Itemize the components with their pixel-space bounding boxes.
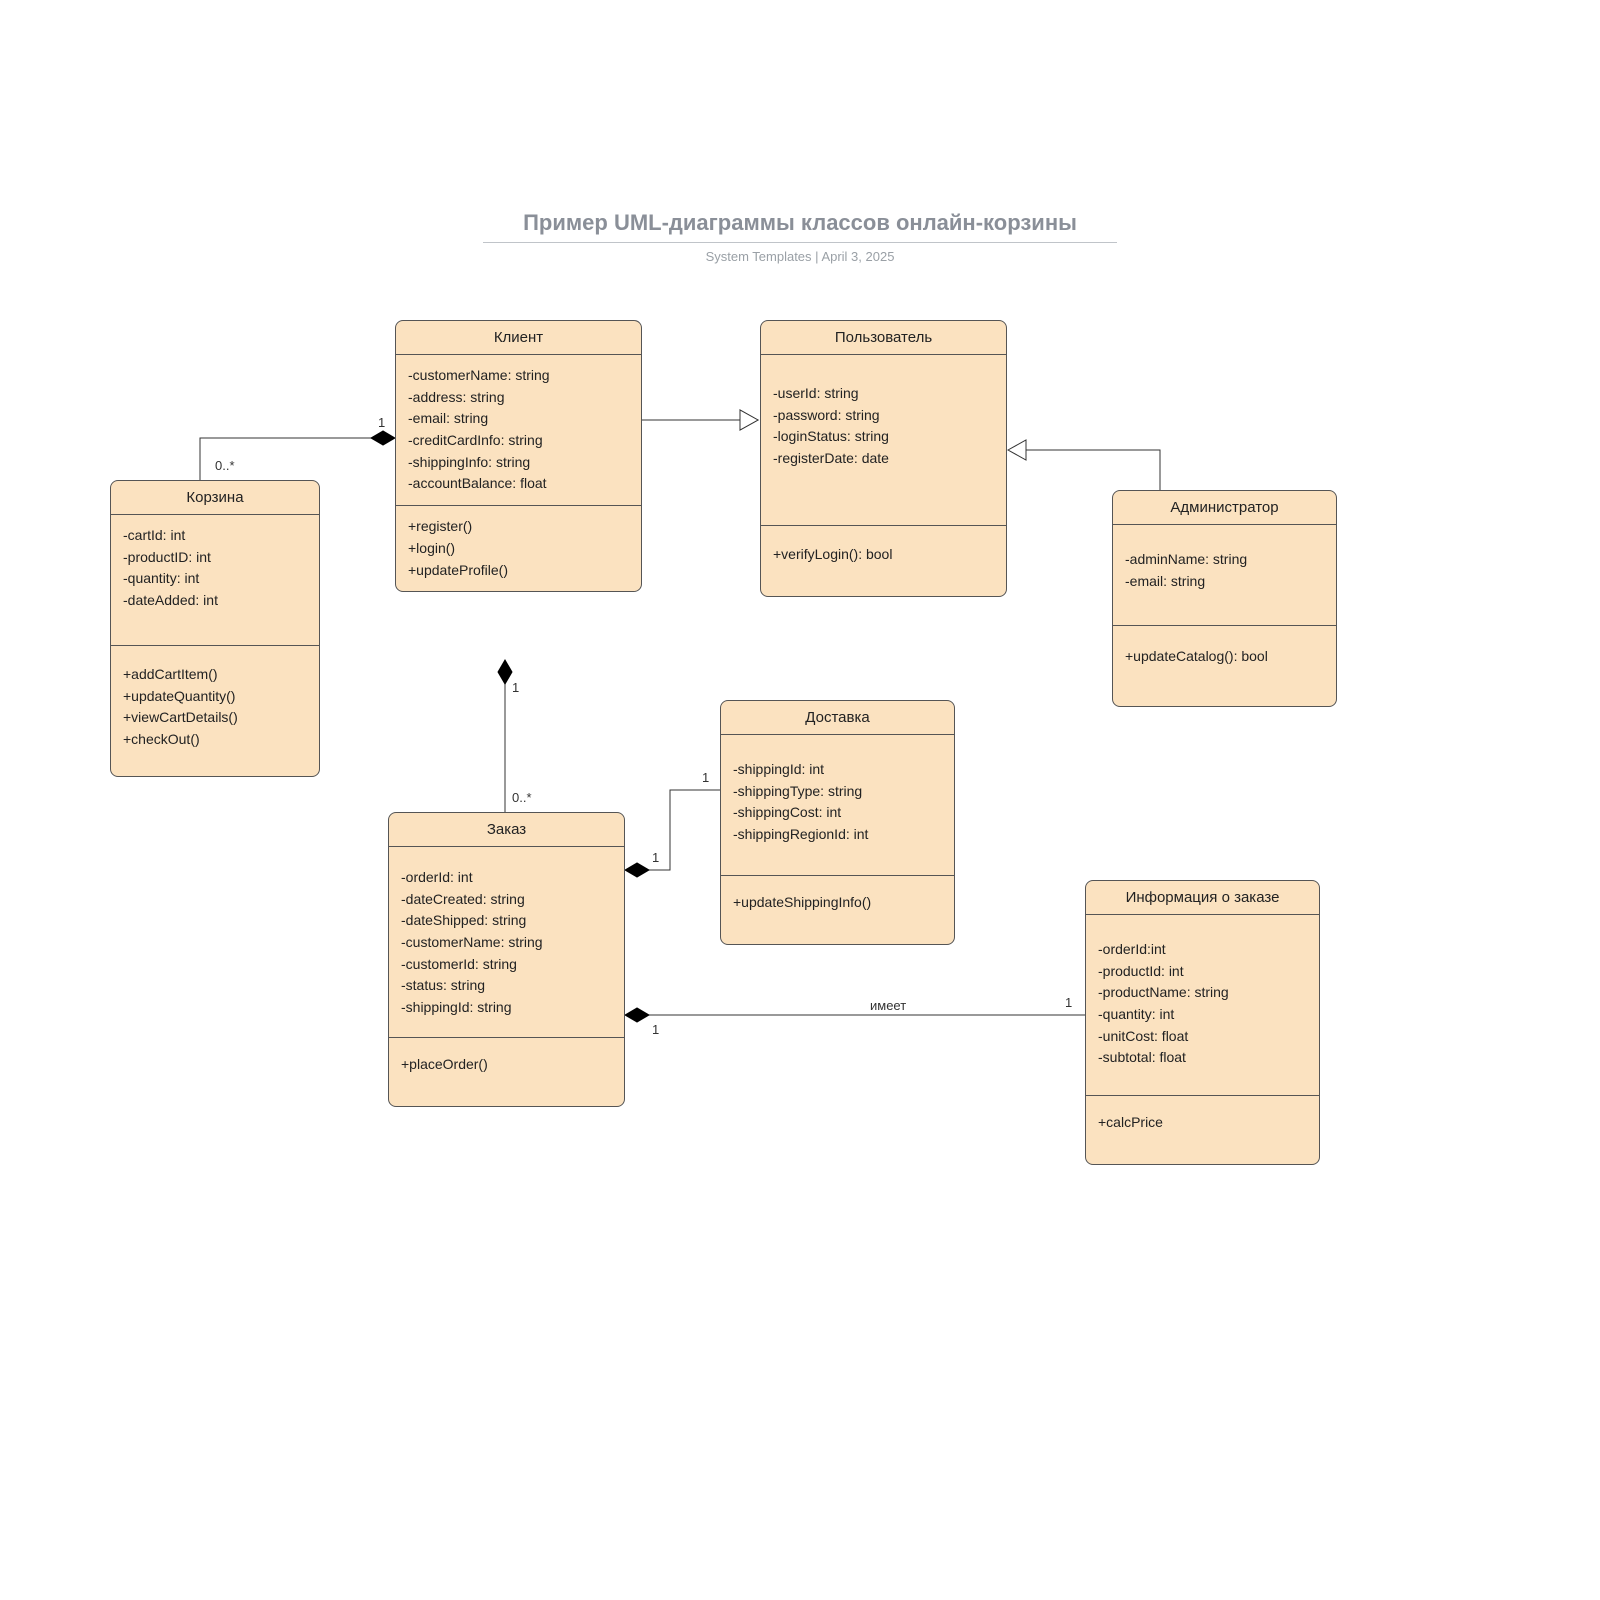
attr: -customerId: string <box>401 954 612 976</box>
op: +updateQuantity() <box>123 686 307 708</box>
rel-has-label: имеет <box>870 998 906 1013</box>
attr: -quantity: int <box>1098 1004 1307 1026</box>
op: +verifyLogin(): bool <box>773 544 994 566</box>
attr: -registerDate: date <box>773 448 994 470</box>
class-admin[interactable]: Администратор -adminName: string -email:… <box>1112 490 1337 707</box>
class-cart-title: Корзина <box>111 481 319 515</box>
class-admin-attrs: -adminName: string -email: string <box>1113 525 1336 626</box>
attr: -email: string <box>408 408 629 430</box>
attr: -orderId: int <box>401 867 612 889</box>
class-orderinfo-ops: +calcPrice <box>1086 1096 1319 1164</box>
diagram-header: Пример UML-диаграммы классов онлайн-корз… <box>0 210 1600 264</box>
attr: -quantity: int <box>123 568 307 590</box>
class-order-attrs: -orderId: int -dateCreated: string -date… <box>389 847 624 1038</box>
attr: -dateAdded: int <box>123 590 307 612</box>
op: +checkOut() <box>123 729 307 751</box>
mult-cust-order-many: 0..* <box>512 790 532 805</box>
attr: -productID: int <box>123 547 307 569</box>
class-admin-title: Администратор <box>1113 491 1336 525</box>
class-orderinfo[interactable]: Информация о заказе -orderId:int -produc… <box>1085 880 1320 1165</box>
mult-order-ship-b: 1 <box>702 770 709 785</box>
attr: -shippingCost: int <box>733 802 942 824</box>
diagram-title: Пример UML-диаграммы классов онлайн-корз… <box>483 210 1117 243</box>
attr: -cartId: int <box>123 525 307 547</box>
attr: -email: string <box>1125 571 1324 593</box>
op: +register() <box>408 516 629 538</box>
attr: -customerName: string <box>408 365 629 387</box>
attr: -unitCost: float <box>1098 1026 1307 1048</box>
class-order[interactable]: Заказ -orderId: int -dateCreated: string… <box>388 812 625 1107</box>
class-orderinfo-title: Информация о заказе <box>1086 881 1319 915</box>
class-cart[interactable]: Корзина -cartId: int -productID: int -qu… <box>110 480 320 777</box>
mult-cust-cart-many: 0..* <box>215 458 235 473</box>
attr: -password: string <box>773 405 994 427</box>
attr: -creditCardInfo: string <box>408 430 629 452</box>
diagram-subtitle: System Templates | April 3, 2025 <box>0 249 1600 264</box>
op: +placeOrder() <box>401 1054 612 1076</box>
mult-cust-cart-1: 1 <box>378 415 385 430</box>
op: +updateShippingInfo() <box>733 892 942 914</box>
op: +updateProfile() <box>408 560 629 582</box>
class-shipping-attrs: -shippingId: int -shippingType: string -… <box>721 735 954 876</box>
attr: -adminName: string <box>1125 549 1324 571</box>
class-customer-title: Клиент <box>396 321 641 355</box>
op: +login() <box>408 538 629 560</box>
op: +addCartItem() <box>123 664 307 686</box>
mult-order-info-a: 1 <box>652 1022 659 1037</box>
subtitle-author: System Templates <box>706 249 812 264</box>
class-customer[interactable]: Клиент -customerName: string -address: s… <box>395 320 642 592</box>
class-shipping-title: Доставка <box>721 701 954 735</box>
attr: -shippingRegionId: int <box>733 824 942 846</box>
attr: -shippingType: string <box>733 781 942 803</box>
class-orderinfo-attrs: -orderId:int -productId: int -productNam… <box>1086 915 1319 1096</box>
attr: -userId: string <box>773 383 994 405</box>
class-user-title: Пользователь <box>761 321 1006 355</box>
op: +updateCatalog(): bool <box>1125 646 1324 668</box>
class-order-ops: +placeOrder() <box>389 1038 624 1106</box>
attr: -accountBalance: float <box>408 473 629 495</box>
attr: -dateShipped: string <box>401 910 612 932</box>
class-cart-ops: +addCartItem() +updateQuantity() +viewCa… <box>111 646 319 776</box>
class-customer-ops: +register() +login() +updateProfile() <box>396 506 641 591</box>
subtitle-date: April 3, 2025 <box>821 249 894 264</box>
class-user-ops: +verifyLogin(): bool <box>761 526 1006 596</box>
attr: -orderId:int <box>1098 939 1307 961</box>
attr: -productName: string <box>1098 982 1307 1004</box>
attr: -subtotal: float <box>1098 1047 1307 1069</box>
class-user-attrs: -userId: string -password: string -login… <box>761 355 1006 526</box>
attr: -shippingId: int <box>733 759 942 781</box>
class-cart-attrs: -cartId: int -productID: int -quantity: … <box>111 515 319 646</box>
attr: -productId: int <box>1098 961 1307 983</box>
class-admin-ops: +updateCatalog(): bool <box>1113 626 1336 706</box>
attr: -loginStatus: string <box>773 426 994 448</box>
attr: -status: string <box>401 975 612 997</box>
class-order-title: Заказ <box>389 813 624 847</box>
class-customer-attrs: -customerName: string -address: string -… <box>396 355 641 506</box>
attr: -customerName: string <box>401 932 612 954</box>
class-user[interactable]: Пользователь -userId: string -password: … <box>760 320 1007 597</box>
op: +calcPrice <box>1098 1112 1307 1134</box>
mult-order-ship-a: 1 <box>652 850 659 865</box>
op: +viewCartDetails() <box>123 707 307 729</box>
mult-order-info-b: 1 <box>1065 995 1072 1010</box>
mult-cust-order-1: 1 <box>512 680 519 695</box>
attr: -address: string <box>408 387 629 409</box>
attr: -shippingId: string <box>401 997 612 1019</box>
class-shipping[interactable]: Доставка -shippingId: int -shippingType:… <box>720 700 955 945</box>
attr: -shippingInfo: string <box>408 452 629 474</box>
class-shipping-ops: +updateShippingInfo() <box>721 876 954 944</box>
attr: -dateCreated: string <box>401 889 612 911</box>
